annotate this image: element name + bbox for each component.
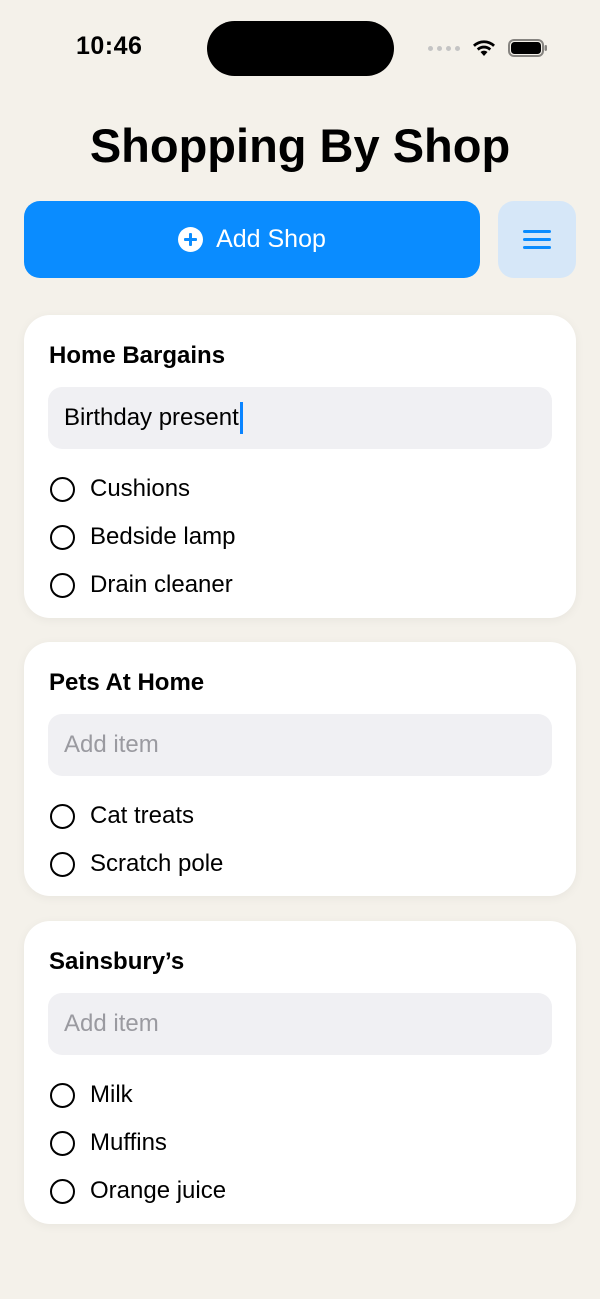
list-item[interactable]: Cat treats xyxy=(50,792,223,840)
checkbox-circle-icon[interactable] xyxy=(50,572,75,598)
shop-card: Home Bargains Birthday present Cushions … xyxy=(24,315,576,618)
checkbox-circle-icon[interactable] xyxy=(50,524,75,550)
item-label: Cushions xyxy=(90,475,191,502)
dynamic-island xyxy=(207,21,394,76)
checkbox-circle-icon[interactable] xyxy=(50,1178,75,1204)
add-item-input[interactable]: Add item xyxy=(48,714,552,776)
item-label: Drain cleaner xyxy=(90,571,233,598)
item-label: Muffins xyxy=(90,1129,167,1156)
item-list: Milk Muffins Orange juice xyxy=(50,1071,226,1215)
list-item[interactable]: Muffins xyxy=(50,1119,226,1167)
item-label: Cat treats xyxy=(90,802,195,829)
status-bar: 10:46 xyxy=(0,0,600,96)
shop-name: Home Bargains xyxy=(49,342,226,369)
cellular-signal-icon xyxy=(428,45,460,51)
add-item-input-value: Birthday present xyxy=(64,404,239,431)
list-item[interactable]: Orange juice xyxy=(50,1167,226,1215)
wifi-icon xyxy=(473,40,495,56)
shop-card: Sainsbury’s Add item Milk Muffins Orange… xyxy=(24,921,576,1224)
list-item[interactable]: Drain cleaner xyxy=(50,561,235,609)
list-item[interactable]: Cushions xyxy=(50,465,235,513)
item-label: Scratch pole xyxy=(90,850,224,877)
status-indicators xyxy=(428,36,548,60)
checkbox-circle-icon[interactable] xyxy=(50,476,75,502)
checkbox-circle-icon[interactable] xyxy=(50,803,75,829)
add-item-placeholder: Add item xyxy=(64,731,159,758)
shop-card: Pets At Home Add item Cat treats Scratch… xyxy=(24,642,576,896)
item-label: Bedside lamp xyxy=(90,523,236,550)
add-shop-button[interactable]: Add Shop xyxy=(24,201,480,278)
menu-button[interactable] xyxy=(498,201,576,278)
item-list: Cushions Bedside lamp Drain cleaner xyxy=(50,465,235,609)
item-list: Cat treats Scratch pole xyxy=(50,792,223,888)
checkbox-circle-icon[interactable] xyxy=(50,851,75,877)
menu-lines-icon xyxy=(523,230,551,249)
text-caret xyxy=(239,402,243,434)
item-label: Orange juice xyxy=(90,1177,227,1204)
checkbox-circle-icon[interactable] xyxy=(50,1082,75,1108)
status-time: 10:46 xyxy=(76,32,143,60)
checkbox-circle-icon[interactable] xyxy=(50,1130,75,1156)
page-title: Shopping By Shop xyxy=(89,119,511,172)
list-item[interactable]: Milk xyxy=(50,1071,226,1119)
shop-name: Sainsbury’s xyxy=(49,948,185,975)
plus-circle-icon xyxy=(178,227,204,252)
shop-name: Pets At Home xyxy=(49,669,205,696)
add-item-input[interactable]: Birthday present xyxy=(48,387,552,449)
battery-icon xyxy=(508,39,547,57)
add-item-placeholder: Add item xyxy=(64,1010,159,1037)
list-item[interactable]: Bedside lamp xyxy=(50,513,235,561)
list-item[interactable]: Scratch pole xyxy=(50,840,223,888)
add-item-input[interactable]: Add item xyxy=(48,993,552,1055)
add-shop-label: Add Shop xyxy=(216,225,326,253)
item-label: Milk xyxy=(90,1081,133,1108)
